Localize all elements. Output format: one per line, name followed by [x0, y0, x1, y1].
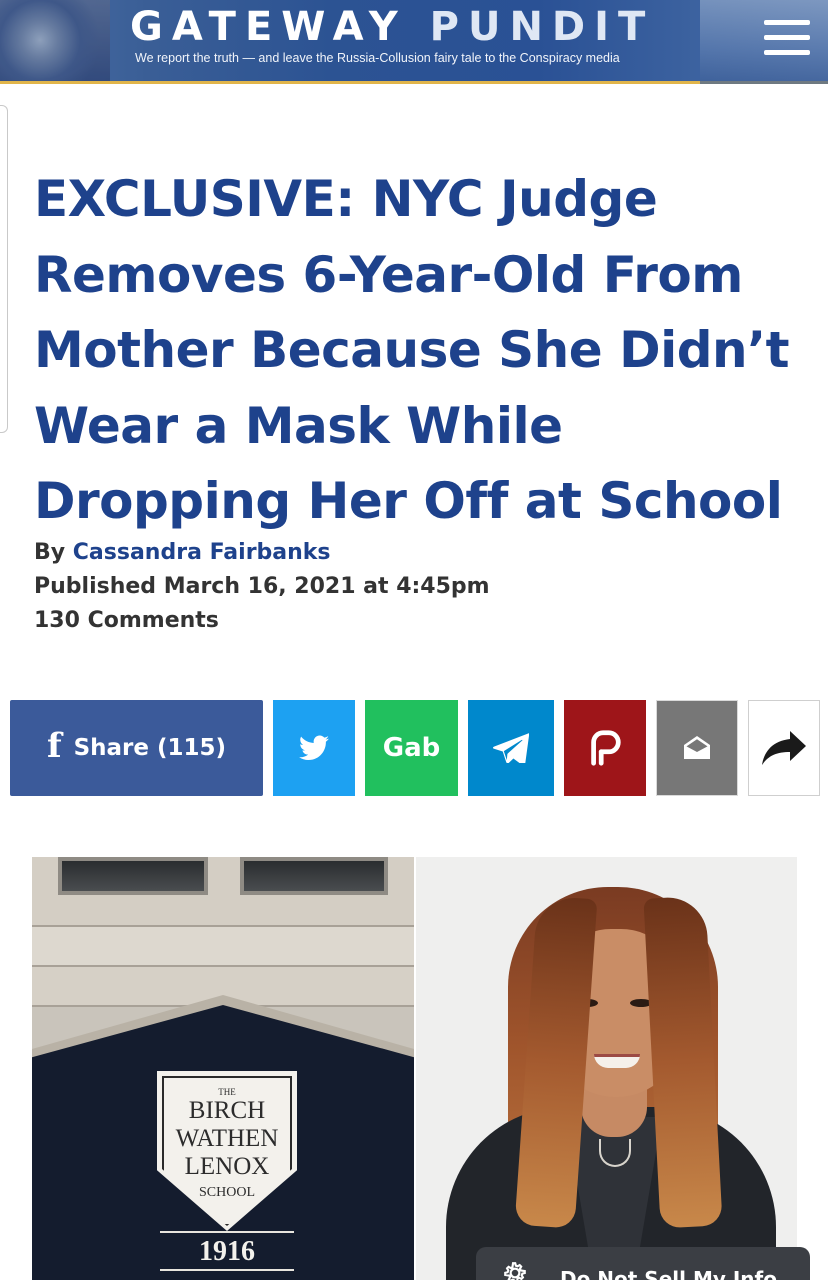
facebook-share-label: Share (115): [73, 735, 227, 761]
crest-line-3: LENOX: [184, 1153, 270, 1180]
do-not-sell-label: Do Not Sell My Info: [560, 1267, 777, 1280]
twitter-bird-icon: [299, 735, 329, 760]
crest-line-1: BIRCH: [188, 1097, 266, 1124]
parler-p-icon: [591, 730, 621, 766]
telegram-plane-icon: [493, 733, 529, 763]
gab-label: Gab: [382, 733, 441, 763]
site-tagline: We report the truth — and leave the Russ…: [135, 51, 620, 65]
do-not-sell-banner[interactable]: Do Not Sell My Info: [476, 1247, 810, 1280]
site-logo[interactable]: GATEWAY PUNDIT: [130, 4, 654, 50]
site-header: GATEWAY PUNDIT We report the truth — and…: [0, 0, 828, 84]
publish-date: Published March 16, 2021 at 4:45pm: [34, 574, 490, 599]
crest-line-2: WATHEN: [175, 1125, 279, 1152]
share-arrow-icon: [762, 731, 806, 765]
school-entrance-photo: THE BIRCH WATHEN LENOX SCHOOL 1916: [32, 857, 414, 1280]
more-share-button[interactable]: [748, 700, 820, 796]
article-hero-image: THE BIRCH WATHEN LENOX SCHOOL 1916: [32, 857, 797, 1280]
gear-icon: [504, 1262, 526, 1280]
crest-line-4: SCHOOL: [198, 1185, 255, 1200]
side-drawer-tab[interactable]: [0, 105, 8, 433]
article-headline: EXCLUSIVE: NYC Judge Removes 6-Year-Old …: [34, 170, 790, 530]
telegram-share-button[interactable]: [468, 700, 554, 796]
crest-year: 1916: [199, 1236, 255, 1267]
crest-the: THE: [218, 1087, 236, 1097]
gab-share-button[interactable]: Gab: [365, 700, 458, 796]
email-share-button[interactable]: [656, 700, 738, 796]
facebook-share-button[interactable]: f Share (115): [10, 700, 263, 796]
twitter-share-button[interactable]: [273, 700, 355, 796]
logo-word-gateway: GATEWAY: [130, 4, 407, 50]
header-accent-line: [0, 81, 828, 84]
byline-prefix: By: [34, 540, 66, 565]
author-link[interactable]: Cassandra Fairbanks: [73, 540, 331, 565]
byline: By Cassandra Fairbanks: [34, 540, 331, 565]
comments-link[interactable]: 130 Comments: [34, 608, 219, 633]
logo-word-pundit: PUNDIT: [429, 4, 655, 50]
facebook-f-icon: f: [46, 726, 62, 766]
envelope-open-icon: [684, 736, 710, 759]
hamburger-menu-icon[interactable]: [764, 18, 810, 58]
parler-share-button[interactable]: [564, 700, 646, 796]
mother-portrait-photo: [416, 857, 797, 1280]
